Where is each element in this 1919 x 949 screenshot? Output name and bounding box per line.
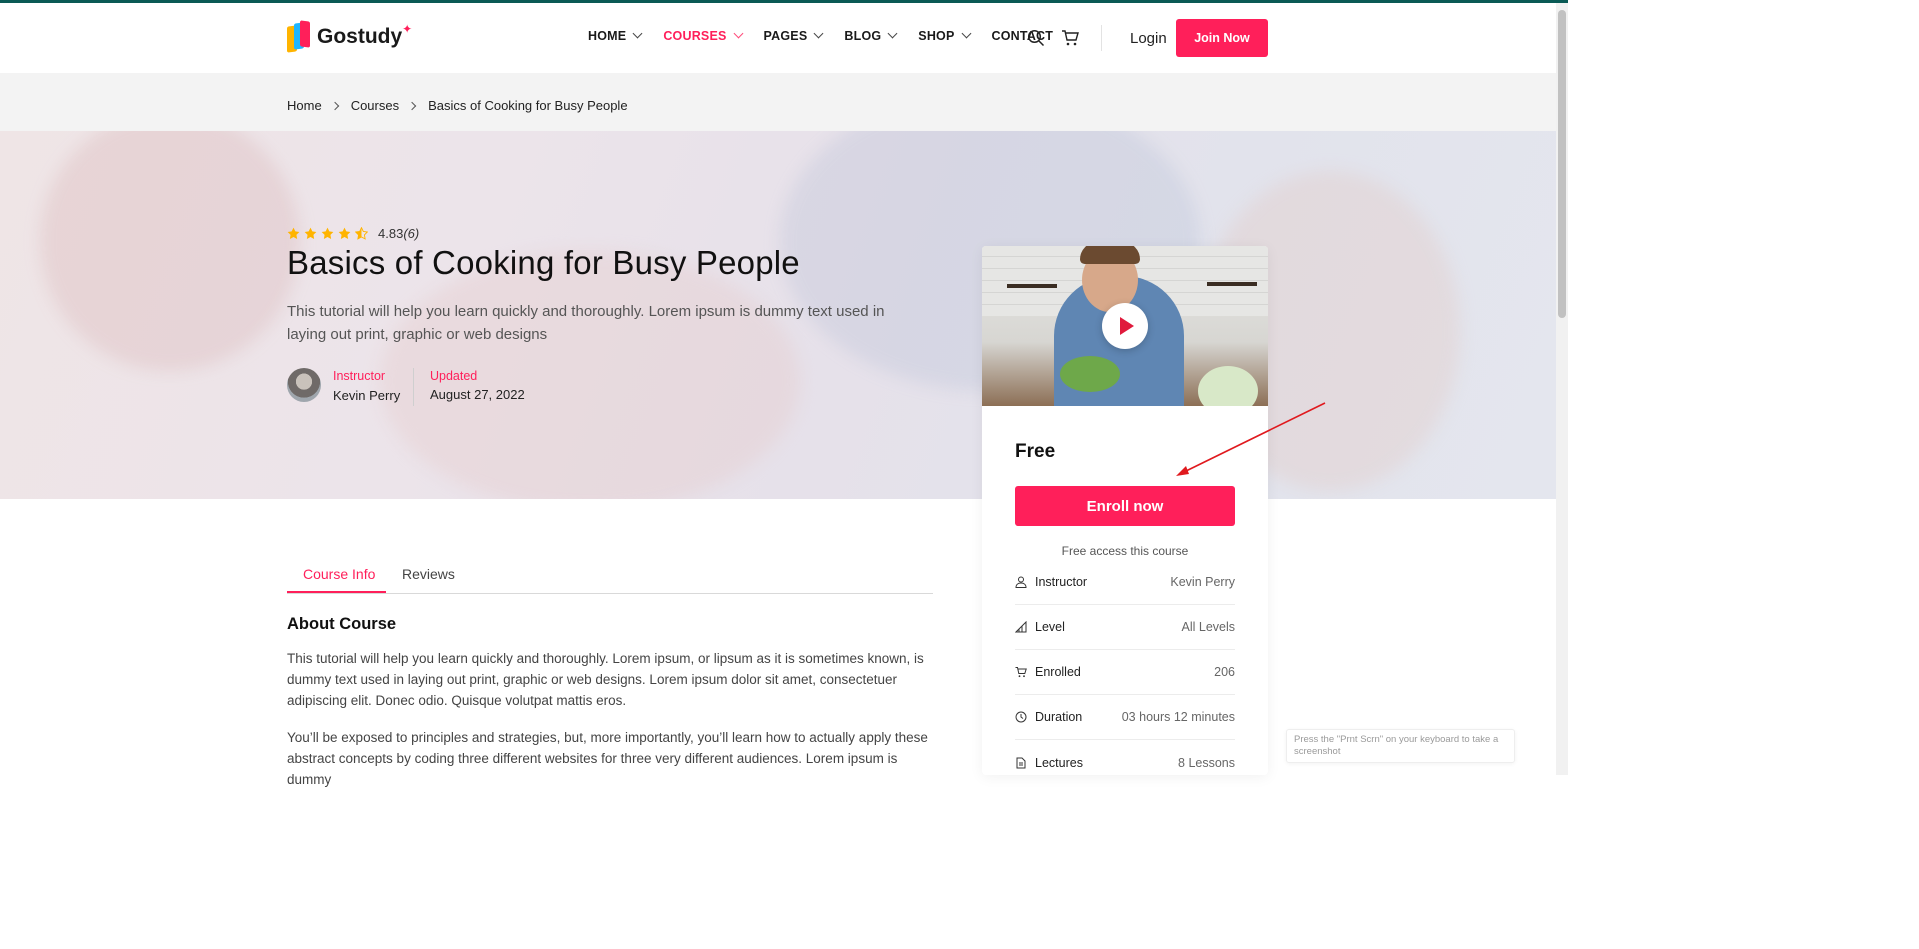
chevron-down-icon [813, 28, 824, 38]
site-header: Gostudy ✦ HOME COURSES PAGES BLOG SHOP C… [0, 3, 1556, 73]
rating-count: (6) [403, 226, 420, 241]
header-divider [1101, 25, 1102, 51]
info-value: 03 hours 12 minutes [1121, 710, 1235, 724]
course-rating: 4.83 (6) [287, 226, 419, 241]
chevron-down-icon [961, 28, 971, 38]
clock-icon [1015, 711, 1027, 723]
instructor-name[interactable]: Kevin Perry [333, 388, 400, 403]
chevron-right-icon [330, 101, 339, 110]
tab-reviews[interactable]: Reviews [402, 566, 455, 582]
nav-courses-label: COURSES [663, 29, 727, 43]
course-description: This tutorial will help you learn quickl… [287, 303, 885, 343]
info-label: Level [1035, 620, 1065, 634]
join-now-button[interactable]: Join Now [1176, 19, 1268, 57]
active-tab-indicator [287, 591, 386, 593]
course-price: Free [1015, 441, 1056, 462]
instructor-label: Instructor [333, 369, 386, 383]
nav-courses[interactable]: COURSES [663, 28, 743, 43]
cart-icon [1015, 667, 1027, 678]
chevron-down-icon [733, 28, 743, 38]
breadcrumb: Home Courses Basics of Cooking for Busy … [287, 98, 628, 113]
info-value: 206 [1214, 665, 1235, 679]
logo-star-icon: ✦ [402, 22, 413, 36]
info-row-lectures: Lectures 8 Lessons [1015, 740, 1235, 775]
breadcrumb-bar: Home Courses Basics of Cooking for Busy … [0, 73, 1556, 131]
star-icon [338, 227, 351, 239]
enroll-now-button[interactable]: Enroll now [1015, 486, 1235, 526]
enroll-card: Free Enroll now Free access this course … [982, 246, 1268, 775]
updated-label: Updated [430, 369, 478, 383]
nav-blog-label: BLOG [844, 29, 882, 43]
course-video-thumbnail[interactable] [982, 246, 1268, 406]
login-link[interactable]: Login [1130, 30, 1167, 47]
screenshot-hint-toast: Press the "Prnt Scrn" on your keyboard t… [1286, 729, 1515, 763]
info-row-enrolled: Enrolled 206 [1015, 650, 1235, 695]
logo-text: Gostudy [317, 25, 403, 48]
about-paragraph-1: This tutorial will help you learn quickl… [287, 651, 924, 708]
nav-blog[interactable]: BLOG [844, 28, 898, 43]
star-half-icon [355, 227, 368, 240]
chevron-right-icon [407, 101, 417, 110]
play-button[interactable] [1102, 303, 1148, 349]
info-row-instructor: Instructor Kevin Perry [1015, 560, 1235, 605]
about-heading: About Course [287, 615, 397, 633]
chevron-down-icon [632, 28, 643, 38]
nav-home[interactable]: HOME [588, 28, 643, 43]
nav-pages[interactable]: PAGES [763, 28, 824, 43]
star-icon [287, 227, 300, 239]
nav-pages-label: PAGES [763, 29, 808, 43]
updated-date: August 27, 2022 [430, 387, 525, 402]
tab-course-info[interactable]: Course Info [303, 566, 375, 582]
level-icon [1015, 621, 1027, 633]
info-value: 8 Lessons [1178, 755, 1235, 770]
rating-value: 4.83 [378, 226, 404, 241]
free-access-text: Free access this course [1061, 544, 1189, 558]
user-icon [1015, 576, 1027, 588]
about-paragraph-2: You’ll be exposed to principles and stra… [287, 730, 928, 787]
chevron-down-icon [887, 28, 898, 38]
info-row-level: Level All Levels [1015, 605, 1235, 650]
nav-home-label: HOME [588, 29, 627, 43]
course-tabs: Course Info Reviews [287, 556, 933, 594]
document-icon [1016, 757, 1026, 768]
star-icon [304, 227, 317, 239]
nav-shop[interactable]: SHOP [918, 28, 971, 43]
info-label: Duration [1035, 710, 1083, 724]
instructor-avatar [287, 368, 321, 402]
breadcrumb-home[interactable]: Home [287, 98, 322, 113]
course-title: Basics of Cooking for Busy People [287, 244, 800, 281]
logo[interactable]: Gostudy ✦ [287, 20, 413, 53]
main-nav: HOME COURSES PAGES BLOG SHOP CONTACT [588, 28, 1075, 43]
star-icon [321, 227, 334, 239]
info-label: Enrolled [1035, 665, 1081, 679]
scrollbar-thumb[interactable] [1558, 10, 1566, 318]
search-icon[interactable] [1027, 29, 1045, 47]
cart-icon[interactable] [1061, 29, 1079, 47]
logo-icon [287, 20, 311, 53]
info-value: Kevin Perry [1170, 575, 1235, 589]
info-value: All Levels [1181, 620, 1236, 634]
meta-divider [413, 368, 414, 406]
info-row-duration: Duration 03 hours 12 minutes [1015, 695, 1235, 740]
breadcrumb-current: Basics of Cooking for Busy People [428, 98, 628, 113]
breadcrumb-courses[interactable]: Courses [351, 98, 399, 113]
info-label: Lectures [1035, 755, 1083, 770]
nav-shop-label: SHOP [918, 29, 955, 43]
info-label: Instructor [1035, 575, 1088, 589]
